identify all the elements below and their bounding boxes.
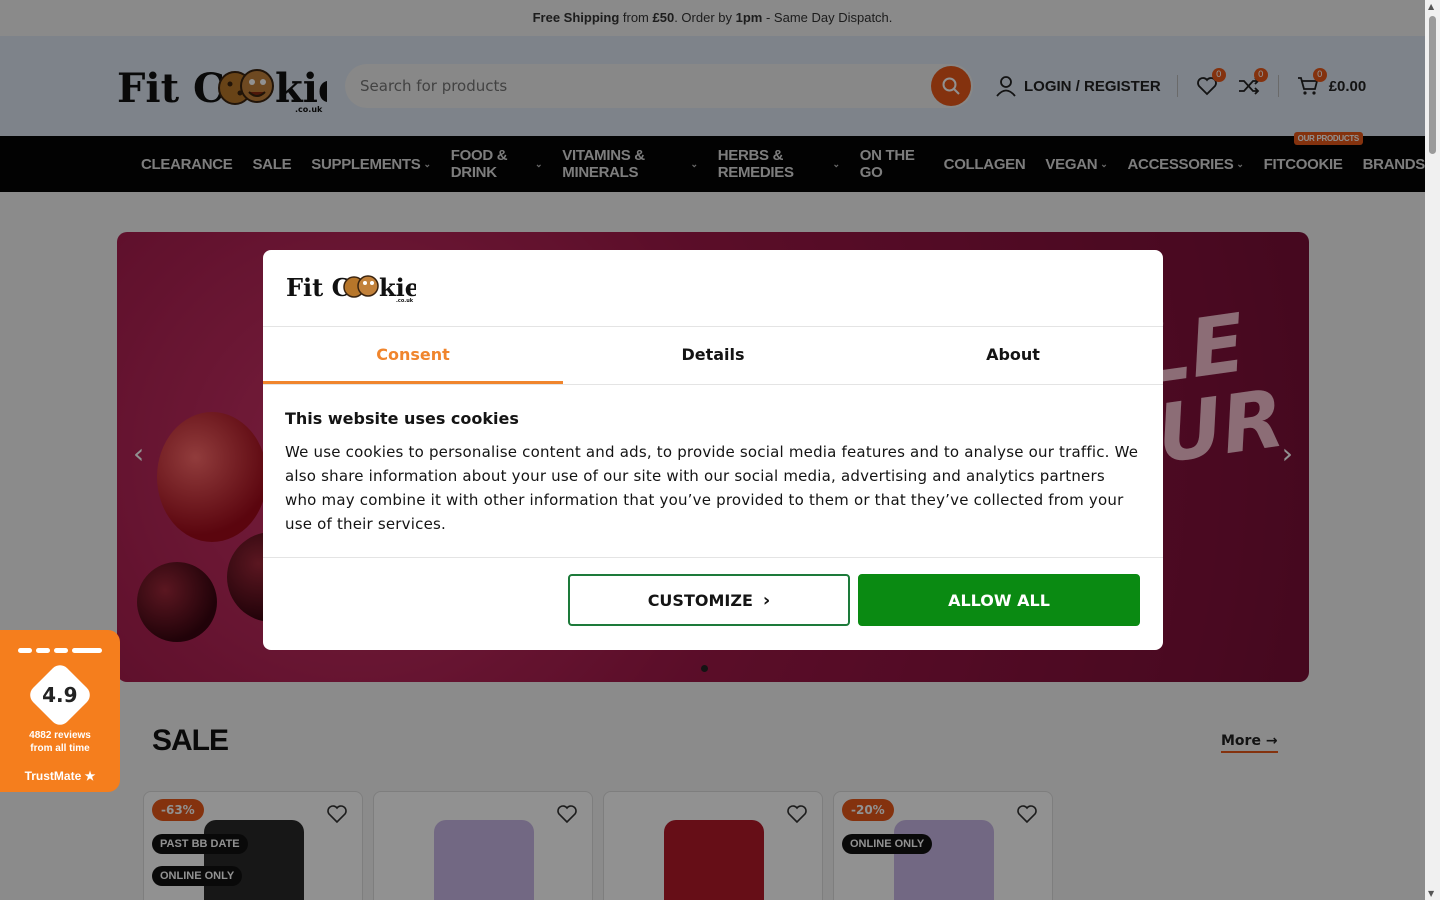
tab-consent[interactable]: Consent: [263, 327, 563, 384]
cookie-text: We use cookies to personalise content an…: [285, 443, 1139, 533]
customize-button[interactable]: CUSTOMIZE ›: [568, 574, 850, 626]
trust-dashes: [0, 648, 120, 653]
trust-review-count: 4882 reviews: [29, 730, 91, 741]
trust-brand-name: TrustMate: [24, 769, 82, 783]
trust-period: from all time: [30, 743, 90, 754]
cookie-tabs: Consent Details About: [263, 327, 1163, 385]
svg-text:Fit C: Fit C: [286, 273, 351, 302]
trustmate-logo: TrustMate ★: [0, 769, 120, 783]
scroll-thumb[interactable]: [1429, 16, 1436, 154]
scroll-up-arrow[interactable]: ▲: [1428, 2, 1434, 11]
cookie-heading: This website uses cookies: [285, 409, 519, 428]
allow-all-button[interactable]: ALLOW ALL: [858, 574, 1140, 626]
trustmate-widget[interactable]: 4.9 4882 reviews from all time TrustMate …: [0, 630, 120, 792]
cookie-dialog-logo: Fit C kie .co.uk: [263, 250, 1163, 327]
cookie-dialog-body: This website uses cookies We use cookies…: [263, 385, 1163, 558]
chevron-right-icon: ›: [762, 589, 771, 611]
page-scrollbar[interactable]: ▲ ▼: [1425, 0, 1440, 900]
star-icon: ★: [84, 769, 96, 783]
trust-score-badge: 4.9: [26, 661, 94, 729]
customize-label: CUSTOMIZE: [647, 590, 753, 610]
trust-score: 4.9: [42, 683, 78, 707]
scroll-down-arrow[interactable]: ▼: [1428, 889, 1434, 898]
svg-text:.co.uk: .co.uk: [396, 298, 414, 304]
cookie-buttons: CUSTOMIZE › ALLOW ALL: [568, 574, 1140, 626]
cookie-dialog: Fit C kie .co.uk Consent Details About T…: [263, 250, 1163, 650]
trust-reviews: 4882 reviews from all time: [0, 729, 120, 755]
tab-details[interactable]: Details: [563, 327, 863, 384]
tab-about[interactable]: About: [863, 327, 1163, 384]
